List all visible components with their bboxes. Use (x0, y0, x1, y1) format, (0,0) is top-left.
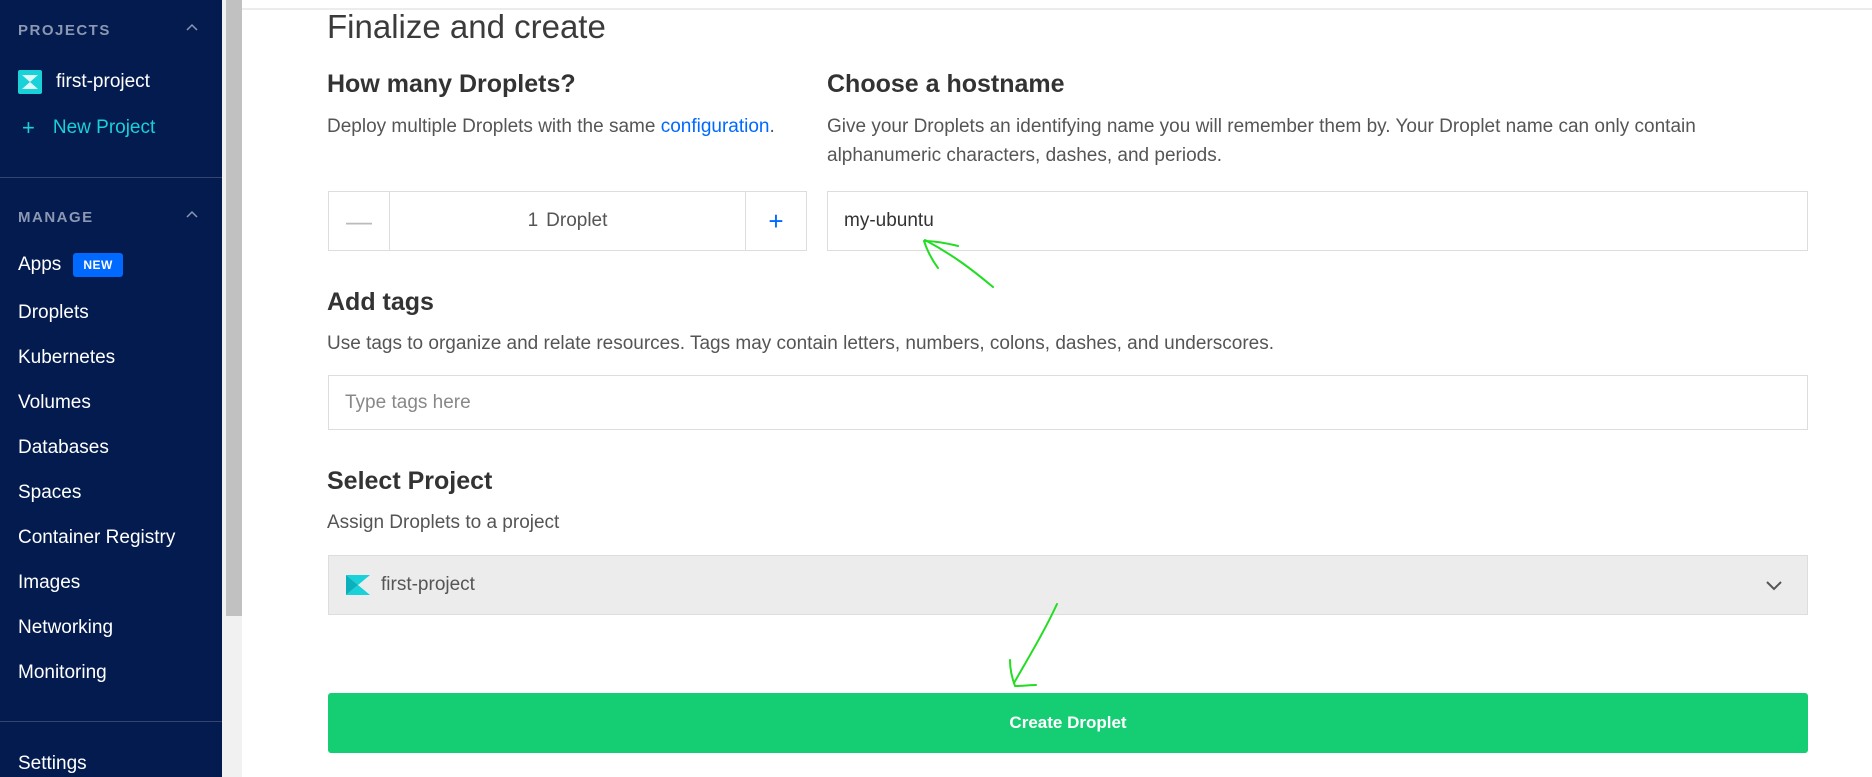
plus-icon: + (22, 115, 35, 140)
project-name: first-project (56, 71, 150, 92)
chevron-down-icon (1766, 581, 1782, 591)
hostname-desc-line: Give your Droplets an identifying name y… (827, 116, 1696, 137)
hostname-description: Give your Droplets an identifying name y… (827, 112, 1696, 170)
new-project-label: New Project (52, 117, 156, 138)
droplets-desc-text: Deploy multiple Droplets with the same (327, 116, 661, 137)
sidebar-divider (0, 177, 222, 178)
sidebar-item-apps[interactable]: Apps NEW (18, 253, 123, 277)
hostname-input[interactable]: my-ubuntu (827, 191, 1808, 251)
sidebar-item-databases[interactable]: Databases (18, 437, 109, 459)
chevron-up-icon[interactable] (186, 22, 198, 34)
hostname-heading: Choose a hostname (827, 70, 1065, 98)
droplet-count-display: 1 Droplet (390, 192, 745, 250)
project-description: Assign Droplets to a project (327, 512, 560, 533)
arrow-icon (1009, 603, 1058, 687)
sidebar-project-first-project[interactable]: first-project (18, 70, 150, 94)
new-project-link[interactable]: + New Project (22, 117, 155, 139)
droplet-quantity-stepper: — 1 Droplet + (328, 191, 807, 251)
project-heading: Select Project (327, 467, 493, 495)
tags-placeholder: Type tags here (345, 391, 471, 413)
sidebar-item-label: Networking (18, 617, 114, 638)
sidebar-item-label: Droplets (18, 302, 89, 323)
sidebar-item-label: Volumes (18, 392, 91, 413)
configuration-link[interactable]: configuration (661, 116, 770, 137)
sidebar-item-container-registry[interactable]: Container Registry (18, 527, 175, 549)
create-droplet-button[interactable]: Create Droplet (328, 693, 1808, 753)
sidebar-item-monitoring[interactable]: Monitoring (18, 662, 107, 684)
sidebar-item-label: Spaces (18, 482, 82, 503)
sidebar-item-label: Kubernetes (18, 347, 116, 368)
sidebar-item-spaces[interactable]: Spaces (18, 482, 81, 504)
sidebar-item-label: Databases (18, 437, 109, 458)
sidebar-item-kubernetes[interactable]: Kubernetes (18, 347, 115, 369)
sidebar-item-volumes[interactable]: Volumes (18, 392, 91, 414)
droplets-description: Deploy multiple Droplets with the same c… (327, 112, 775, 141)
new-badge: NEW (73, 253, 123, 277)
project-logo-icon (18, 70, 42, 94)
sidebar-item-images[interactable]: Images (18, 572, 80, 594)
page-title: Finalize and create (327, 8, 606, 45)
projects-heading: PROJECTS (18, 22, 111, 39)
decrement-button[interactable]: — (329, 192, 390, 250)
droplet-unit: Droplet (546, 210, 608, 231)
droplet-count: 1 (527, 210, 539, 231)
project-select[interactable]: first-project (328, 555, 1808, 615)
sidebar-item-label: Images (18, 572, 81, 593)
droplets-desc-suffix: . (769, 116, 775, 137)
sidebar-item-networking[interactable]: Networking (18, 617, 113, 639)
tags-input[interactable]: Type tags here (328, 375, 1808, 430)
sidebar-item-droplets[interactable]: Droplets (18, 302, 89, 324)
sidebar-item-settings[interactable]: Settings (18, 753, 87, 775)
project-logo-icon (346, 575, 370, 595)
sidebar: PROJECTS first-project + New Project MAN… (0, 0, 222, 777)
project-select-value: first-project (381, 574, 475, 595)
sidebar-item-label: Monitoring (18, 662, 107, 683)
sidebar-divider (0, 721, 222, 722)
hostname-desc-line: alphanumeric characters, dashes, and per… (827, 145, 1223, 166)
sidebar-item-label: Apps (18, 254, 62, 275)
sidebar-item-label: Container Registry (18, 527, 176, 548)
chevron-up-icon[interactable] (186, 209, 198, 221)
increment-button[interactable]: + (745, 192, 806, 250)
tags-heading: Add tags (327, 288, 434, 316)
manage-heading: MANAGE (18, 209, 94, 226)
sidebar-item-label: Settings (18, 753, 87, 774)
droplets-heading: How many Droplets? (327, 70, 576, 98)
scrollbar-thumb[interactable] (226, 0, 242, 616)
tags-description: Use tags to organize and relate resource… (327, 333, 1274, 354)
